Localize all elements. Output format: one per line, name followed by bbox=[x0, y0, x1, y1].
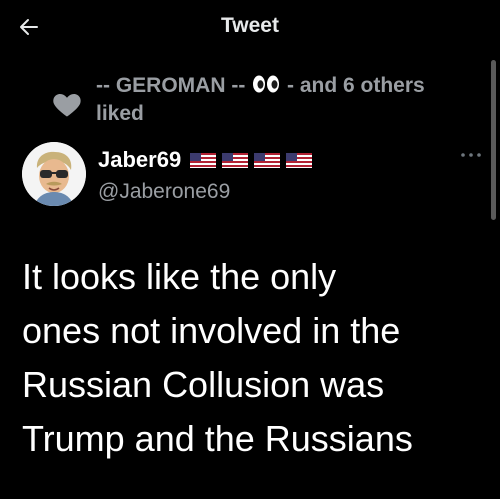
heart-icon bbox=[53, 94, 81, 117]
flags bbox=[190, 152, 313, 168]
author-name: Jaber69 bbox=[98, 147, 182, 172]
author-name-row: Jaber69 bbox=[98, 146, 313, 174]
more-options-icon[interactable] bbox=[460, 150, 482, 160]
scrollbar[interactable] bbox=[491, 60, 496, 220]
us-flag-icon bbox=[254, 152, 281, 168]
social-context-text: -- GEROMAN -- - and 6 others liked bbox=[96, 72, 436, 128]
us-flag-icon bbox=[190, 152, 217, 168]
eyes-emoji-icon bbox=[253, 75, 280, 93]
author-handle: @Jaberone69 bbox=[98, 180, 231, 203]
page-title: Tweet bbox=[221, 14, 279, 37]
avatar-image bbox=[22, 142, 86, 206]
header: Tweet bbox=[0, 0, 500, 52]
us-flag-icon bbox=[222, 152, 249, 168]
avatar[interactable] bbox=[22, 142, 86, 206]
social-context-prefix: -- GEROMAN -- bbox=[96, 74, 252, 97]
tweet-text: It looks like the only ones not involved… bbox=[22, 256, 413, 459]
author-info[interactable]: Jaber69 @Jaberone69 bbox=[98, 146, 313, 204]
us-flag-icon bbox=[286, 152, 313, 168]
